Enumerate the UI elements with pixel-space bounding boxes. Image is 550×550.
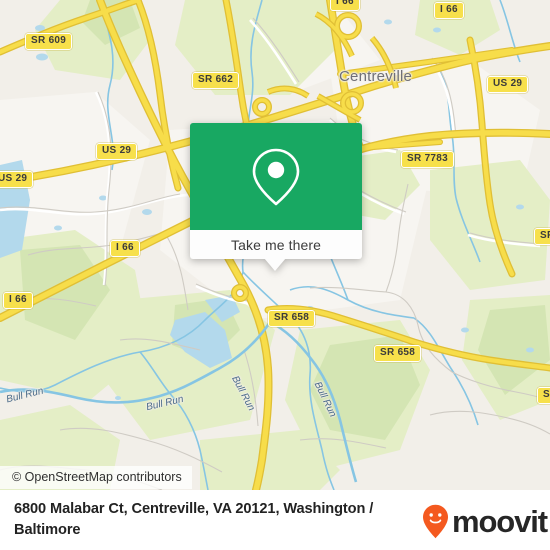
road-shield[interactable]: SR	[534, 228, 550, 245]
road-shield[interactable]: SR 658	[374, 345, 422, 362]
road-shield[interactable]: SR 609	[25, 33, 73, 50]
road-shield[interactable]: SR 7783	[401, 151, 455, 168]
road-shield[interactable]: US 29	[96, 143, 138, 160]
location-popup-card[interactable]: Take me there	[190, 123, 362, 271]
page-footer: 6800 Malabar Ct, Centreville, VA 20121, …	[0, 490, 550, 550]
road-shield[interactable]: I 66	[330, 0, 360, 11]
moovit-map-screenshot: Centreville Bull Run Bull Run Bull Run B…	[0, 0, 550, 550]
road-shield[interactable]: US 29	[487, 76, 529, 93]
moovit-pin-smile-icon	[423, 504, 448, 539]
road-shield[interactable]: SR 658	[268, 310, 316, 327]
map-label-centreville: Centreville	[339, 68, 413, 85]
openstreetmap-attribution[interactable]: © OpenStreetMap contributors	[0, 466, 192, 489]
road-shield[interactable]: I 66	[110, 240, 140, 257]
moovit-wordmark: moovit	[452, 504, 548, 539]
road-shield[interactable]: SR 662	[192, 72, 240, 89]
map-canvas[interactable]: Centreville Bull Run Bull Run Bull Run B…	[0, 0, 550, 490]
road-shield[interactable]: I 66	[3, 292, 33, 309]
popup-footer[interactable]: Take me there	[190, 230, 362, 259]
take-me-there-button[interactable]: Take me there	[231, 237, 321, 253]
popup-header	[190, 123, 362, 230]
road-shield[interactable]: SR	[537, 387, 550, 404]
moovit-logo[interactable]: moovit	[422, 504, 548, 539]
popup-pointer	[264, 258, 286, 271]
road-shield[interactable]: US 29	[0, 171, 34, 188]
road-shield[interactable]: I 66	[434, 2, 464, 19]
map-pin-icon	[252, 148, 300, 205]
address-title: 6800 Malabar Ct, Centreville, VA 20121, …	[14, 501, 374, 538]
